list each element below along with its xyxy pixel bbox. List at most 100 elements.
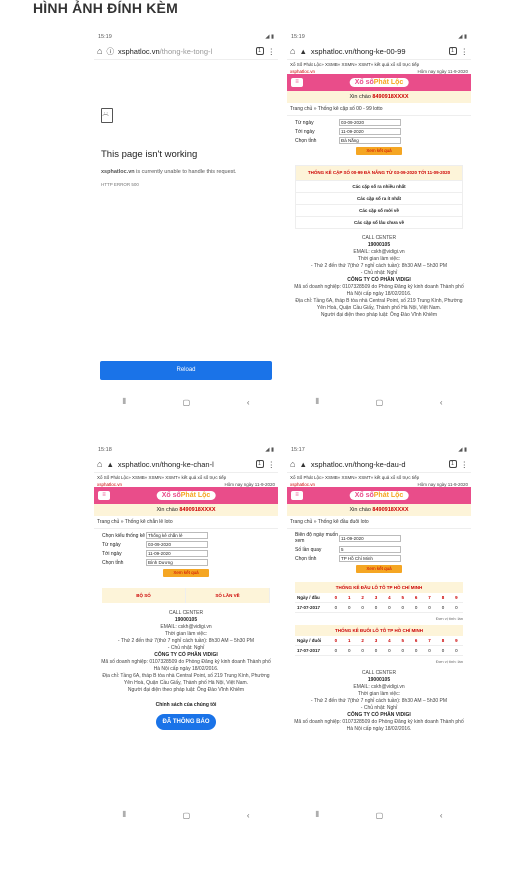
- table-header-cell: 3: [374, 638, 378, 643]
- recents-icon[interactable]: ⦀: [315, 810, 319, 820]
- menu-icon[interactable]: ≡: [291, 78, 303, 87]
- site-logo[interactable]: Xổ sốPhát Lộc: [156, 491, 216, 500]
- stat-type-select[interactable]: Thống kê chẵn lẻ: [146, 532, 208, 539]
- table-cell: 0: [334, 648, 338, 653]
- tabs-icon[interactable]: 1: [255, 47, 264, 55]
- view-results-button[interactable]: Xem kết quả: [356, 565, 402, 573]
- nav-bar: ⦀ ▢ ‹: [94, 807, 278, 823]
- table-cell: 0: [428, 605, 431, 610]
- recents-icon[interactable]: ⦀: [122, 397, 126, 407]
- site-logo[interactable]: Xổ sốPhát Lộc: [349, 491, 409, 500]
- table-cell: 0: [347, 648, 351, 653]
- table-header-cell: 4: [388, 595, 391, 600]
- recents-icon[interactable]: ⦀: [315, 397, 319, 407]
- list-item[interactable]: Các cặp số ra nhiều nhất: [296, 180, 462, 192]
- address-bar[interactable]: ⌂ ▲ xsphatloc.vn/thong-ke-chan-l 1 ⋮: [94, 456, 278, 473]
- info-icon[interactable]: ⓘ: [106, 46, 114, 57]
- home-icon[interactable]: ⌂: [290, 46, 295, 56]
- more-menu-icon[interactable]: ⋮: [268, 460, 276, 469]
- list-item[interactable]: Các cặp số ra ít nhất: [296, 192, 462, 204]
- menu-icon[interactable]: ≡: [291, 491, 303, 500]
- tail-stats-table: THỐNG KÊ ĐUÔI LÔ TÔ TP HỒ CHÍ MINH Ngày …: [295, 625, 463, 656]
- home-nav-icon[interactable]: ▢: [183, 398, 191, 407]
- view-results-button[interactable]: Xem kết quả: [356, 147, 402, 155]
- table-header-cell: 1: [347, 638, 351, 643]
- date-range-input[interactable]: 11-09-2020: [339, 534, 401, 542]
- address-bar[interactable]: ⌂ ▲ xsphatloc.vn/thong-ke-00-99 1 ⋮: [287, 43, 471, 60]
- tabs-icon[interactable]: 1: [448, 460, 457, 468]
- table-cell: 0: [361, 605, 364, 610]
- back-icon[interactable]: ‹: [247, 811, 250, 820]
- address-bar[interactable]: ⌂ ⓘ xsphatloc.vn/thong-ke-tong-l 1 ⋮: [94, 43, 278, 60]
- table-header-cell: 0: [334, 595, 338, 600]
- screenshot-thong-ke-00-99: 15:19 ◢ ▮ ⌂ ▲ xsphatloc.vn/thong-ke-00-99…: [287, 30, 471, 410]
- site-header: Xổ Số Phát Lộc» XSMB» XSMN» XSMT» kết qu…: [290, 62, 420, 67]
- draw-count-input[interactable]: 5: [339, 546, 401, 553]
- to-date-input[interactable]: 11-09-2020: [339, 128, 401, 135]
- home-nav-icon[interactable]: ▢: [376, 811, 384, 820]
- list-item[interactable]: Các cặp số lâu chưa về: [296, 216, 462, 228]
- status-bar: 15:19 ◢ ▮: [98, 33, 274, 40]
- table-cell: 0: [374, 605, 378, 610]
- home-icon[interactable]: ⌂: [97, 459, 102, 469]
- menu-icon[interactable]: ≡: [98, 491, 110, 500]
- policy-heading: Chính sách của chúng tôi: [155, 702, 217, 708]
- more-menu-icon[interactable]: ⋮: [461, 460, 469, 469]
- back-icon[interactable]: ‹: [440, 398, 443, 407]
- status-bar: 15:17 ◢ ▮: [291, 446, 467, 453]
- home-nav-icon[interactable]: ▢: [183, 811, 191, 820]
- from-date-input[interactable]: 03-09-2020: [339, 119, 401, 126]
- page-heading: HÌNH ẢNH ĐÍNH KÈM: [33, 0, 178, 16]
- table-header-cell: 6: [414, 595, 418, 600]
- table-header-cell: 9: [455, 638, 458, 643]
- province-select[interactable]: Bình Dương: [146, 559, 208, 566]
- back-icon[interactable]: ‹: [247, 398, 250, 407]
- list-item[interactable]: Các cặp số mới về: [296, 204, 462, 216]
- province-select[interactable]: TP Hồ Chí Minh: [339, 555, 401, 562]
- home-icon[interactable]: ⌂: [97, 46, 102, 56]
- screenshot-error-page: 15:19 ◢ ▮ ⌂ ⓘ xsphatloc.vn/thong-ke-tong-…: [94, 30, 278, 410]
- home-icon[interactable]: ⌂: [290, 459, 295, 469]
- filter-form: Biên độ ngày muốn xem 11-09-2020 Số lần q…: [287, 529, 471, 579]
- home-nav-icon[interactable]: ▢: [376, 398, 384, 407]
- breadcrumb: Trang chủ » Thống kê đầu đuôi loto: [287, 516, 471, 529]
- results-table-header: BỘ SỐ SỐ LẦN VỀ: [102, 588, 270, 603]
- nav-bar: ⦀ ▢ ‹: [287, 394, 471, 410]
- back-icon[interactable]: ‹: [440, 811, 443, 820]
- table-cell: 0: [455, 648, 458, 653]
- tabs-icon[interactable]: 1: [255, 460, 264, 468]
- recents-icon[interactable]: ⦀: [122, 810, 126, 820]
- greeting: Xin chào 8490918XXXX: [287, 91, 471, 103]
- sad-page-icon: [101, 108, 113, 123]
- filter-form: Từ ngày 03-09-2020 Tới ngày 11-09-2020 Chọ…: [287, 116, 471, 161]
- view-results-button[interactable]: Xem kết quả: [163, 569, 209, 577]
- tabs-icon[interactable]: 1: [448, 47, 457, 55]
- more-menu-icon[interactable]: ⋮: [461, 47, 469, 56]
- province-select[interactable]: Đà Nẵng: [339, 137, 401, 144]
- nav-bar: ⦀ ▢ ‹: [287, 807, 471, 823]
- more-menu-icon[interactable]: ⋮: [268, 47, 276, 56]
- footer: CALL CENTER 19000105 EMAIL: cskh@vidigi.…: [294, 235, 464, 318]
- from-date-input[interactable]: 03-09-2020: [146, 541, 208, 548]
- registered-badge[interactable]: ĐÃ THÔNG BÁO: [156, 714, 216, 730]
- site-banner: ≡ Xổ sốPhát Lộc: [94, 487, 278, 504]
- filter-form: Chọn kiểu thống kê Thống kê chẵn lẻ Từ ng…: [94, 529, 278, 583]
- error-message: xsphatloc.vn is currently unable to hand…: [101, 169, 237, 175]
- status-bar: 15:19 ◢ ▮: [291, 33, 467, 40]
- lock-warning-icon[interactable]: ▲: [299, 47, 306, 56]
- table-cell: 0: [401, 648, 405, 653]
- breadcrumb: Trang chủ » Thống kê chẵn lẻ loto: [94, 516, 278, 529]
- table-cell: 0: [361, 648, 364, 653]
- reload-button[interactable]: Reload: [100, 361, 272, 380]
- lock-warning-icon[interactable]: ▲: [299, 460, 306, 469]
- table-cell: 0: [441, 648, 445, 653]
- table-cell: 0: [401, 605, 405, 610]
- address-bar[interactable]: ⌂ ▲ xsphatloc.vn/thong-ke-dau-d 1 ⋮: [287, 456, 471, 473]
- to-date-input[interactable]: 11-09-2020: [146, 550, 208, 557]
- table-header-cell: 0: [334, 638, 338, 643]
- table-cell: 0: [414, 605, 418, 610]
- site-logo[interactable]: Xổ sốPhát Lộc: [349, 78, 409, 87]
- lock-warning-icon[interactable]: ▲: [106, 460, 113, 469]
- error-title: This page isn't working: [101, 149, 198, 160]
- table-header-cell: 9: [455, 595, 458, 600]
